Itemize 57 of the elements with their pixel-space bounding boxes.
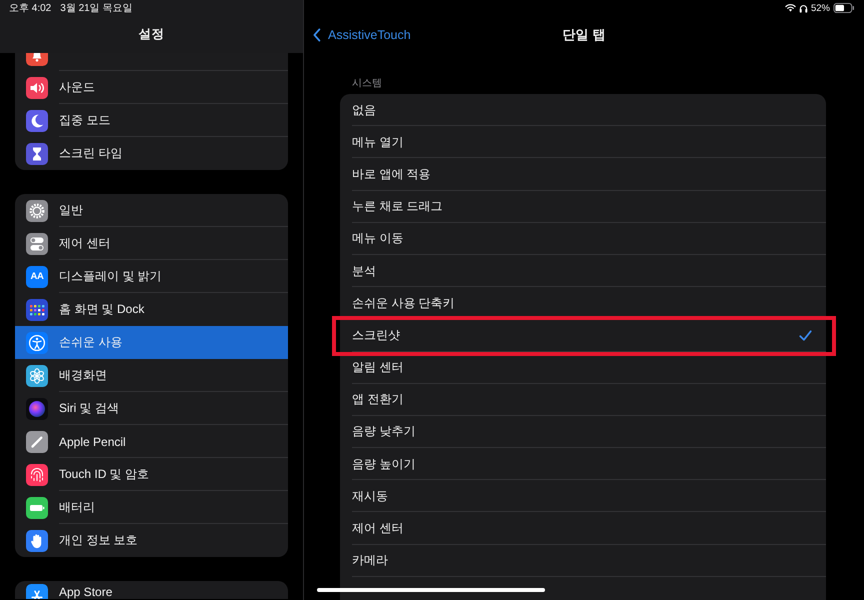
sidebar-item[interactable]: AA 디스플레이 및 밝기 [15,260,288,293]
moon-icon [26,110,48,132]
sidebar-item[interactable]: 제어 센터 [15,227,288,260]
app-grid-icon [26,298,48,320]
page-title: 단일 탭 [562,26,606,44]
sidebar-item[interactable]: Touch ID 및 암호 [15,458,288,491]
pencil-icon [26,430,48,452]
bell-icon [26,53,48,66]
sidebar-item[interactable]: 일반 [15,194,288,227]
wifi-icon [784,4,796,12]
option-row[interactable]: 바로 앱에 적용 [340,158,826,191]
option-row[interactable]: 재시동 [340,480,826,512]
option-row[interactable]: 알림 센터 [340,352,826,384]
sidebar-item[interactable]: App Store [15,581,288,599]
accessibility-icon [26,332,48,354]
option-row[interactable]: 앱 전환기 [340,384,826,416]
hand-icon [26,530,48,552]
back-button[interactable]: AssistiveTouch [313,28,411,42]
sidebar-item[interactable]: 손쉬운 사용 [15,326,288,359]
sidebar-item[interactable]: 사운드 [15,71,288,104]
option-row[interactable]: 카메라 [340,544,826,577]
option-row[interactable]: 누른 채로 드래그 [340,190,826,223]
sidebar-item[interactable]: 집중 모드 [15,104,288,137]
sidebar-item[interactable]: Siri 및 검색 [15,392,288,425]
orb-icon [26,398,48,420]
battery-icon [833,3,855,13]
option-row[interactable]: 스크린샷 [340,319,826,352]
status-time: 오후 4:02 [9,2,52,15]
toggles-icon [26,232,48,254]
option-row[interactable]: 제어 센터 [340,512,826,545]
option-row[interactable]: 없음 [340,94,826,126]
text-size-icon: AA [26,266,48,288]
option-row[interactable]: 메뉴 이동 [340,222,826,255]
chevron-left-icon [313,28,321,42]
sidebar-item[interactable]: 스크린 타임 [15,137,288,170]
speaker-icon [26,76,48,98]
sidebar-title: 설정 [138,26,164,43]
battery-icon [26,496,48,518]
option-row[interactable]: 음량 낮추기 [340,416,826,448]
sidebar-item[interactable]: 개인 정보 보호 [15,524,288,557]
headphones-icon [798,4,808,12]
sidebar-item[interactable]: 홈 화면 및 Dock [15,293,288,326]
sidebar-item[interactable]: Apple Pencil [15,425,288,458]
sidebar-item[interactable]: 배터리 [15,491,288,524]
option-row[interactable]: 메뉴 열기 [340,126,826,158]
battery-percentage: 52% [810,2,830,14]
hourglass-icon [26,142,48,164]
section-header: 시스템 [352,78,382,90]
sidebar-item[interactable]: 배경화면 [15,359,288,392]
gear-icon [26,200,48,222]
flower-icon [26,364,48,386]
status-date: 3월 21일 목요일 [60,2,132,15]
option-row[interactable]: 음량 높이기 [340,448,826,480]
option-row[interactable]: 분석 [340,254,826,288]
fingerprint-icon [26,464,48,486]
store-icon [26,584,48,599]
option-row[interactable]: 손쉬운 사용 단축키 [340,287,826,320]
